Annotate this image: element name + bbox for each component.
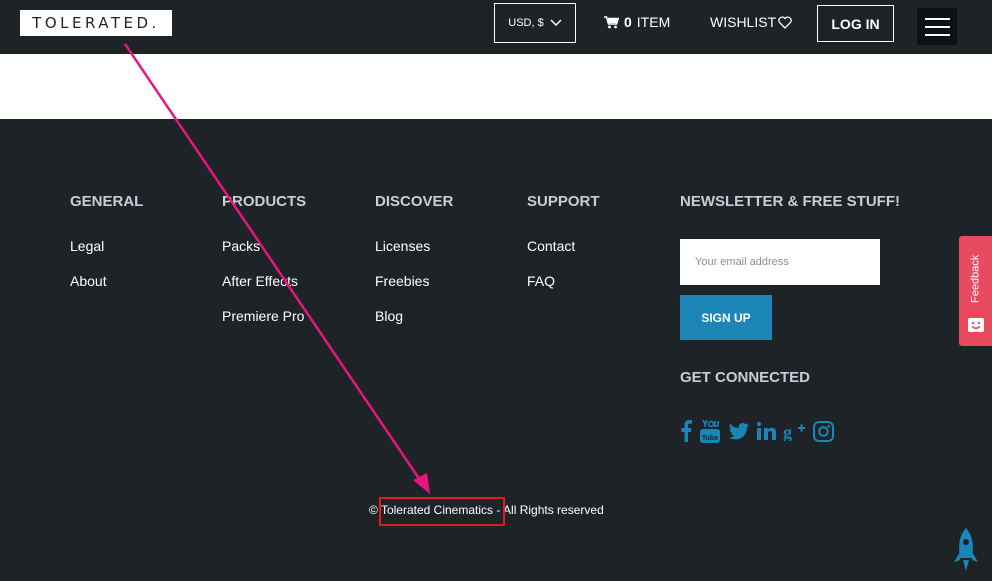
site-logo[interactable]: TOLERATED.	[20, 10, 172, 36]
footer-link-licenses[interactable]: Licenses	[375, 238, 430, 254]
facebook-icon[interactable]	[679, 418, 693, 444]
copyright-suffix: - All Rights reserved	[496, 503, 604, 517]
feedback-label: Feedback	[969, 254, 982, 304]
twitter-icon[interactable]	[728, 418, 750, 444]
linkedin-icon[interactable]	[756, 418, 776, 444]
footer-heading-discover: DISCOVER	[375, 193, 454, 210]
footer-link-about[interactable]: About	[70, 273, 107, 289]
footer-link-premiere-pro[interactable]: Premiere Pro	[222, 308, 304, 324]
chevron-down-icon	[550, 19, 562, 27]
cart-label: ITEM	[636, 14, 671, 30]
footer-link-after-effects[interactable]: After Effects	[222, 273, 298, 289]
footer-heading-support: SUPPORT	[527, 193, 600, 210]
cart-icon	[604, 15, 619, 28]
footer-link-packs[interactable]: Packs	[222, 238, 260, 254]
top-navigation-bar: TOLERATED. USD, $ 0 ITEM WISHLIST LOG IN	[0, 0, 992, 54]
footer-heading-general: GENERAL	[70, 193, 144, 210]
annotation-highlight-box	[379, 497, 505, 526]
newsletter-heading: NEWSLETTER & FREE STUFF!	[680, 193, 900, 210]
youtube-icon[interactable]: Tube	[699, 418, 721, 444]
instagram-icon[interactable]	[812, 418, 834, 444]
currency-label: USD, $	[508, 17, 544, 29]
cart-count: 0	[624, 14, 632, 30]
currency-selector[interactable]: USD, $	[494, 3, 576, 43]
svg-text:g: g	[783, 422, 792, 441]
hamburger-menu-icon[interactable]	[917, 8, 957, 45]
footer-link-blog[interactable]: Blog	[375, 308, 403, 324]
cart-button[interactable]: 0 ITEM	[604, 14, 670, 30]
footer-link-contact[interactable]: Contact	[527, 238, 575, 254]
smiley-icon	[968, 318, 984, 332]
feedback-tab[interactable]: Feedback	[959, 236, 992, 346]
email-input[interactable]: Your email address	[680, 239, 880, 285]
copyright-symbol: ©	[369, 503, 378, 517]
google-plus-icon[interactable]: g	[783, 418, 807, 444]
get-connected-heading: GET CONNECTED	[680, 369, 811, 386]
footer-link-legal[interactable]: Legal	[70, 238, 104, 254]
content-band	[0, 54, 992, 119]
footer-link-faq[interactable]: FAQ	[527, 273, 555, 289]
footer-link-freebies[interactable]: Freebies	[375, 273, 429, 289]
sign-up-button[interactable]: SIGN UP	[680, 295, 772, 340]
wishlist-link[interactable]: WISHLIST	[710, 14, 792, 30]
wishlist-label: WISHLIST	[710, 14, 777, 30]
heart-icon	[778, 15, 792, 29]
login-button[interactable]: LOG IN	[817, 5, 894, 42]
footer-heading-products: PRODUCTS	[222, 193, 307, 210]
rocket-icon[interactable]	[952, 528, 980, 572]
svg-text:Tube: Tube	[702, 435, 718, 442]
